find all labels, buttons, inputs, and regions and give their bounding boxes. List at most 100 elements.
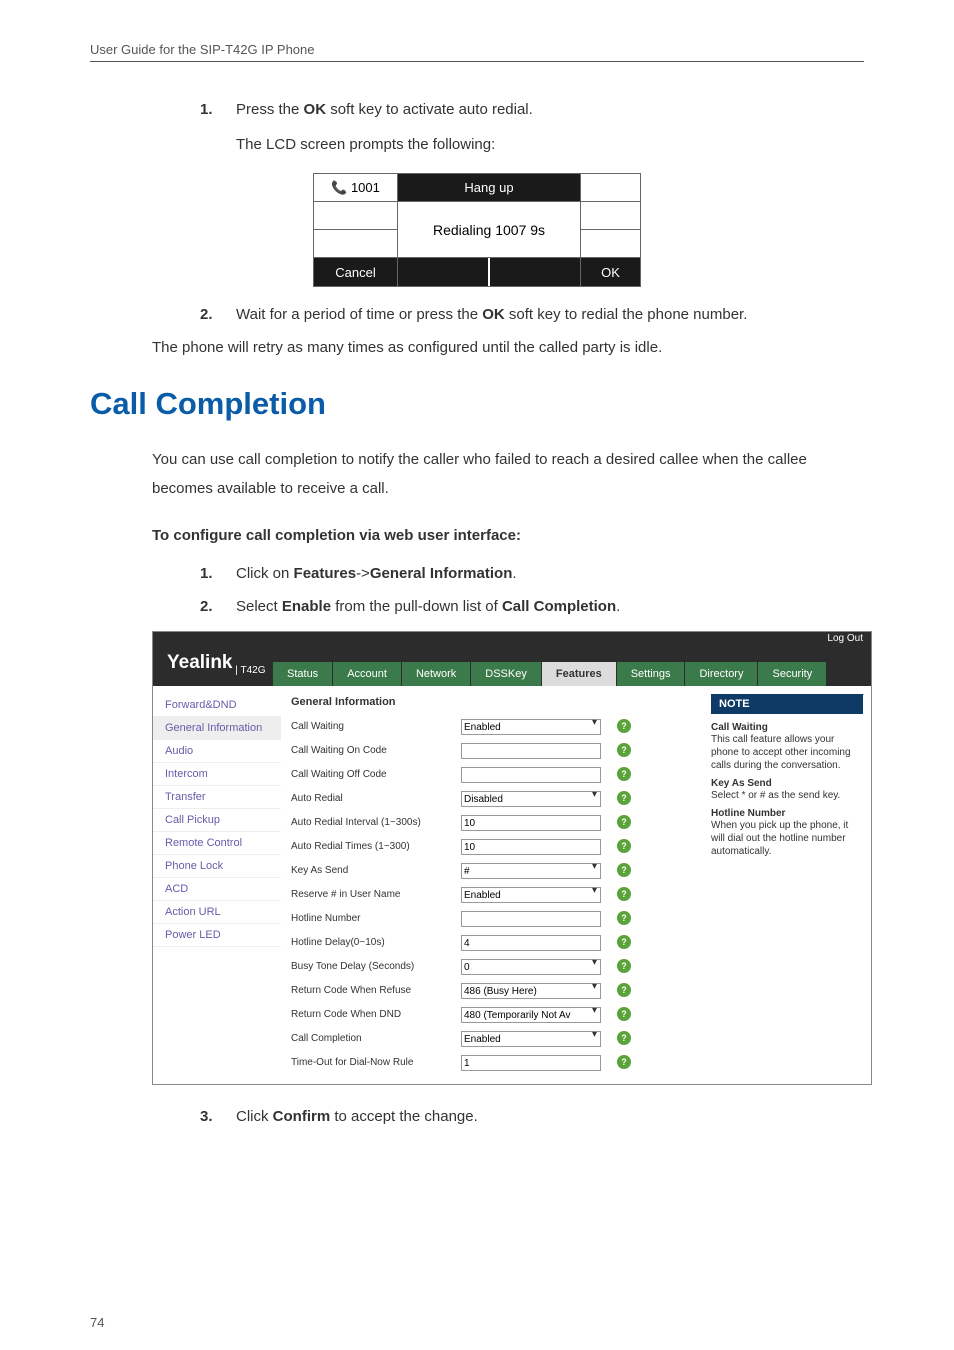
sidebar: Forward&DNDGeneral InformationAudioInter… <box>153 686 281 1084</box>
note-text: When you pick up the phone, it will dial… <box>711 819 863 858</box>
paragraph: The phone will retry as many times as co… <box>152 334 864 363</box>
sidebar-item[interactable]: Remote Control <box>153 832 281 855</box>
text: Select <box>236 598 282 615</box>
page-number: 74 <box>90 1315 104 1330</box>
text-bold: General Information <box>370 565 513 582</box>
help-icon[interactable]: ? <box>617 887 631 901</box>
text-bold: OK <box>304 101 327 118</box>
select-field[interactable] <box>461 983 601 999</box>
help-icon[interactable]: ? <box>617 791 631 805</box>
logout-link[interactable]: Log Out <box>827 633 863 644</box>
form-heading: General Information <box>291 696 693 708</box>
logo: Yealink | T42G <box>153 650 273 686</box>
tab-security[interactable]: Security <box>758 662 826 686</box>
help-icon[interactable]: ? <box>617 719 631 733</box>
help-icon[interactable]: ? <box>617 767 631 781</box>
sidebar-item[interactable]: Phone Lock <box>153 855 281 878</box>
help-icon[interactable]: ? <box>617 983 631 997</box>
select-field[interactable] <box>461 887 601 903</box>
paragraph: You can use call completion to notify th… <box>152 446 864 503</box>
lcd-blank <box>314 202 398 230</box>
step-2: 2. Wait for a period of time or press th… <box>200 301 864 330</box>
select-field[interactable] <box>461 791 601 807</box>
text-field[interactable] <box>461 839 601 855</box>
form-label: Call Waiting <box>291 721 461 732</box>
help-icon[interactable]: ? <box>617 839 631 853</box>
help-icon[interactable]: ? <box>617 911 631 925</box>
form-label: Return Code When DND <box>291 1009 461 1020</box>
step-c1: 1. Click on Features->General Informatio… <box>200 560 864 589</box>
form-label: Auto Redial <box>291 793 461 804</box>
lcd-message: Redialing 1007 9s <box>398 202 581 258</box>
text: Click <box>236 1108 273 1125</box>
form-row: Call Completion? <box>291 1028 693 1048</box>
web-titlebar: Log Out <box>153 632 871 650</box>
help-icon[interactable]: ? <box>617 1007 631 1021</box>
divider <box>90 61 864 62</box>
form-row: Call Waiting On Code? <box>291 740 693 760</box>
text: Press the <box>236 101 304 118</box>
form-row: Key As Send? <box>291 860 693 880</box>
tab-account[interactable]: Account <box>333 662 401 686</box>
sidebar-item[interactable]: Call Pickup <box>153 809 281 832</box>
lcd-softkey-cancel: Cancel <box>314 258 398 287</box>
note-text: Select * or # as the send key. <box>711 789 863 802</box>
form-row: Busy Tone Delay (Seconds)? <box>291 956 693 976</box>
section-heading: Call Completion <box>90 386 864 422</box>
text-field[interactable] <box>461 815 601 831</box>
note-title: NOTE <box>711 694 863 714</box>
step-c2: 2. Select Enable from the pull-down list… <box>200 593 864 622</box>
help-icon[interactable]: ? <box>617 1031 631 1045</box>
tab-features[interactable]: Features <box>542 662 616 686</box>
select-field[interactable] <box>461 959 601 975</box>
tab-directory[interactable]: Directory <box>685 662 757 686</box>
help-icon[interactable]: ? <box>617 959 631 973</box>
lcd-softkey-hangup: Hang up <box>398 174 581 202</box>
note-heading: Key As Send <box>711 778 863 789</box>
text-field[interactable] <box>461 743 601 759</box>
select-field[interactable] <box>461 1007 601 1023</box>
select-field[interactable] <box>461 1031 601 1047</box>
note-column: NOTE Call WaitingThis call feature allow… <box>703 686 871 1084</box>
lcd-ext: 📞 1001 <box>314 174 398 202</box>
sidebar-item[interactable]: Intercom <box>153 763 281 786</box>
text-field[interactable] <box>461 767 601 783</box>
help-icon[interactable]: ? <box>617 743 631 757</box>
help-icon[interactable]: ? <box>617 815 631 829</box>
select-field[interactable] <box>461 863 601 879</box>
sidebar-item[interactable]: Forward&DND <box>153 694 281 717</box>
text-field[interactable] <box>461 935 601 951</box>
text: . <box>512 565 516 582</box>
form-label: Hotline Number <box>291 913 461 924</box>
tab-dsskey[interactable]: DSSKey <box>471 662 541 686</box>
tab-settings[interactable]: Settings <box>617 662 685 686</box>
tab-network[interactable]: Network <box>402 662 470 686</box>
text: -> <box>356 565 370 582</box>
sidebar-item[interactable]: Transfer <box>153 786 281 809</box>
sidebar-item[interactable]: General Information <box>153 717 281 740</box>
step-number: 3. <box>200 1103 213 1132</box>
help-icon[interactable]: ? <box>617 863 631 877</box>
select-field[interactable] <box>461 719 601 735</box>
text-bold: Enable <box>282 598 331 615</box>
form-label: Auto Redial Interval (1~300s) <box>291 817 461 828</box>
lcd-softkey-ok: OK <box>581 258 641 287</box>
help-icon[interactable]: ? <box>617 935 631 949</box>
sidebar-item[interactable]: Power LED <box>153 924 281 947</box>
text-bold: Confirm <box>273 1108 331 1125</box>
text-field[interactable] <box>461 911 601 927</box>
tab-status[interactable]: Status <box>273 662 332 686</box>
page-header: User Guide for the SIP-T42G IP Phone <box>90 42 864 57</box>
text: soft key to redial the phone number. <box>505 306 748 323</box>
text-field[interactable] <box>461 1055 601 1071</box>
lcd-blank <box>581 174 641 202</box>
form-row: Time-Out for Dial-Now Rule? <box>291 1052 693 1072</box>
sidebar-item[interactable]: ACD <box>153 878 281 901</box>
step-1: 1. Press the OK soft key to activate aut… <box>200 96 864 159</box>
text-bold: Call Completion <box>502 598 616 615</box>
sidebar-item[interactable]: Action URL <box>153 901 281 924</box>
note-text: This call feature allows your phone to a… <box>711 733 863 772</box>
sidebar-item[interactable]: Audio <box>153 740 281 763</box>
help-icon[interactable]: ? <box>617 1055 631 1069</box>
text: to accept the change. <box>330 1108 478 1125</box>
